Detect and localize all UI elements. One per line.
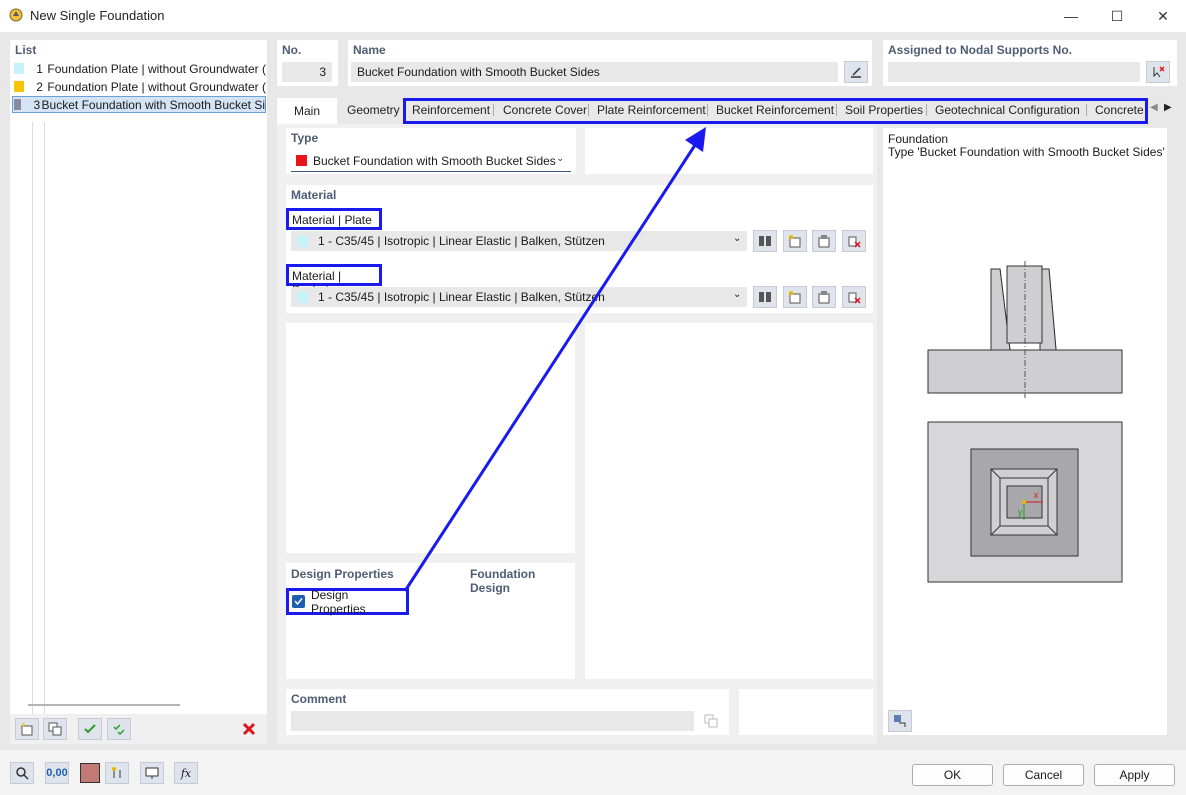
axis-y-label: y (1018, 507, 1023, 517)
model-info-icon[interactable] (105, 762, 129, 784)
preview-panel: Foundation Type 'Bucket Foundation with … (883, 128, 1167, 735)
value-format-icon[interactable]: 0,00 (45, 762, 69, 784)
apply-button[interactable]: Apply (1094, 764, 1175, 786)
search-icon[interactable] (10, 762, 34, 784)
formula-icon[interactable]: fx (174, 762, 198, 784)
preview-settings-icon[interactable] (888, 710, 912, 732)
view-icon[interactable] (140, 762, 164, 784)
foundation-drawing (927, 261, 1123, 583)
cancel-button[interactable]: Cancel (1003, 764, 1084, 786)
color-swatch-button[interactable] (80, 763, 100, 783)
axis-x-label: x (1034, 490, 1039, 500)
ok-button[interactable]: OK (912, 764, 993, 786)
